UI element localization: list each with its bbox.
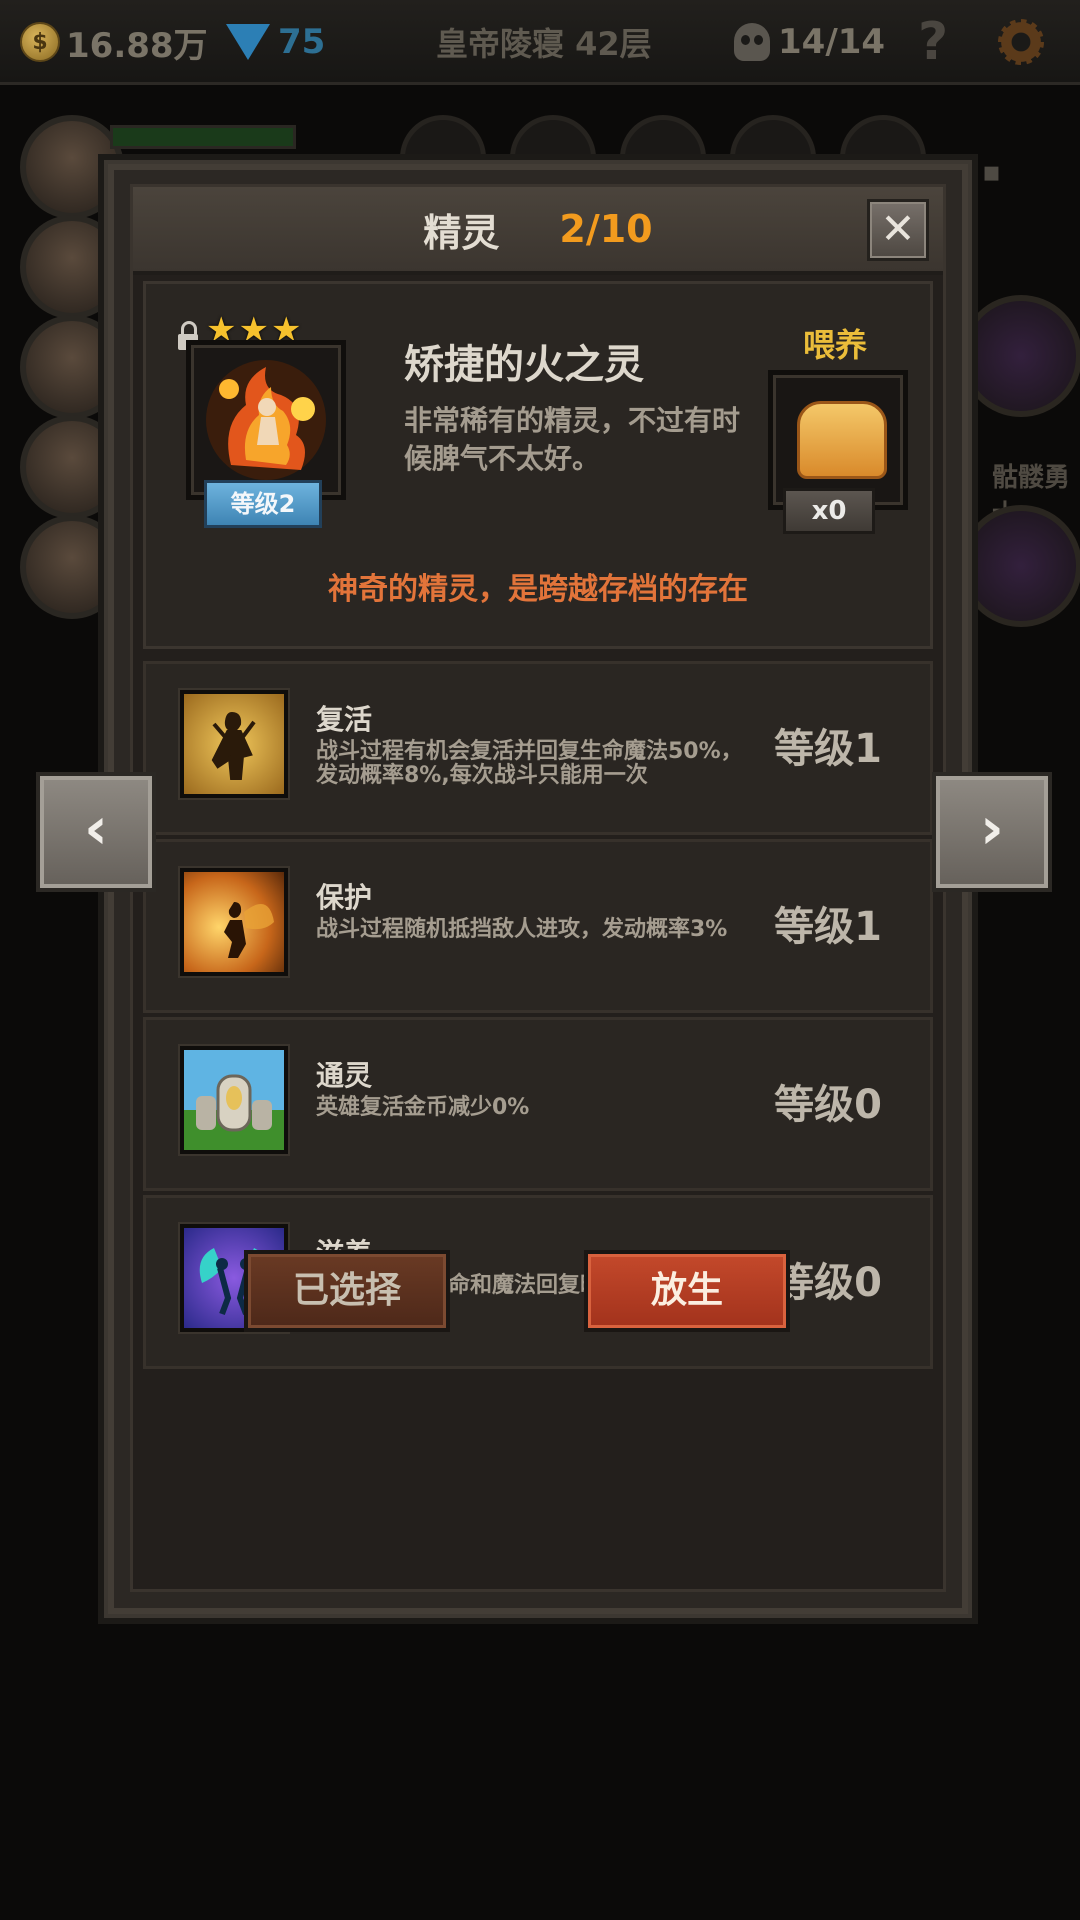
kill-count: 14/14 xyxy=(778,22,886,62)
skill-description: 英雄复活金币减少0% xyxy=(316,1095,530,1120)
gem-icon xyxy=(226,24,270,60)
help-button[interactable]: ? xyxy=(918,12,949,72)
protect-icon xyxy=(180,868,288,976)
feed-count: x0 xyxy=(783,488,875,534)
modal-title: 精灵 2/10 xyxy=(133,187,943,271)
skill-row-revive: 复活 战斗过程有机会复活并回复生命魔法50%，发动概率8%,每次战斗只能用一次 … xyxy=(143,661,933,835)
close-icon: ✕ xyxy=(880,204,916,253)
skill-level: 等级0 xyxy=(774,1260,882,1306)
next-spirit-button[interactable]: › xyxy=(932,772,1052,892)
skill-level: 等级0 xyxy=(774,1082,882,1128)
skill-name: 保护 xyxy=(316,881,373,914)
hp-bar xyxy=(110,125,296,149)
selected-button[interactable]: 已选择 xyxy=(244,1250,450,1332)
coin-icon: $ xyxy=(20,22,60,62)
location-title: 皇帝陵寝 42层 xyxy=(436,25,652,63)
fire-spirit-icon xyxy=(206,360,326,480)
spirit-modal: 精灵 2/10 ✕ ★★★ 等级2 矫捷的火之灵 非常稀有的精灵，不过有时候脾气… xyxy=(104,160,972,1618)
gold-amount: 16.88万 xyxy=(66,25,208,66)
boss-portrait xyxy=(960,295,1080,417)
gear-icon xyxy=(998,19,1044,65)
gem-display: 75 xyxy=(226,14,325,70)
skill-level: 等级1 xyxy=(774,726,882,772)
bread-icon xyxy=(797,401,887,479)
prev-spirit-button[interactable]: ‹ xyxy=(36,772,156,892)
revive-icon xyxy=(180,690,288,798)
skill-name: 通灵 xyxy=(316,1059,373,1092)
kill-counter: 14/14 xyxy=(734,14,885,70)
chevron-left-icon: ‹ xyxy=(84,794,108,862)
skill-description: 战斗过程随机抵挡敌人进攻，发动概率3% xyxy=(316,917,728,942)
spirit-level-badge: 等级2 xyxy=(204,480,322,528)
spirit-name: 矫捷的火之灵 xyxy=(404,342,644,388)
skill-row-necromancy: 通灵 英雄复活金币减少0% 等级0 xyxy=(143,1017,933,1191)
release-button[interactable]: 放生 xyxy=(584,1250,790,1332)
skill-description: 战斗过程有机会复活并回复生命魔法50%，发动概率8%,每次战斗只能用一次 xyxy=(316,739,743,788)
settings-button[interactable] xyxy=(998,14,1044,70)
lock-icon: ▪ xyxy=(982,155,1001,188)
modal-body: 精灵 2/10 ✕ ★★★ 等级2 矫捷的火之灵 非常稀有的精灵，不过有时候脾气… xyxy=(130,184,946,1592)
help-icon: ? xyxy=(918,12,949,72)
enemy-portrait xyxy=(960,505,1080,627)
tombstone-icon xyxy=(180,1046,288,1154)
title-label: 精灵 xyxy=(423,210,500,255)
chevron-right-icon: › xyxy=(980,794,1004,862)
spirit-portrait[interactable] xyxy=(186,340,346,500)
gem-amount: 75 xyxy=(278,22,326,62)
spirit-description: 非常稀有的精灵，不过有时候脾气不太好。 xyxy=(404,404,741,475)
gold-display: $ 16.88万 xyxy=(20,14,208,70)
feed-label: 喂养 xyxy=(803,326,868,364)
top-hud: $ 16.88万 75 皇帝陵寝 42层 14/14 ? xyxy=(0,0,1080,85)
skill-level: 等级1 xyxy=(774,904,882,950)
spirit-count: 2/10 xyxy=(559,207,653,251)
modal-header: 精灵 2/10 ✕ xyxy=(133,187,943,275)
spirit-tagline: 神奇的精灵，是跨越存档的存在 xyxy=(328,572,748,607)
spirit-info-panel: ★★★ 等级2 矫捷的火之灵 非常稀有的精灵，不过有时候脾气不太好。 喂养 x0… xyxy=(143,281,933,649)
skill-row-protect: 保护 战斗过程随机抵挡敌人进攻，发动概率3% 等级1 xyxy=(143,839,933,1013)
close-button[interactable]: ✕ xyxy=(867,199,929,261)
skill-name: 复活 xyxy=(316,703,373,736)
skull-icon xyxy=(734,23,770,61)
